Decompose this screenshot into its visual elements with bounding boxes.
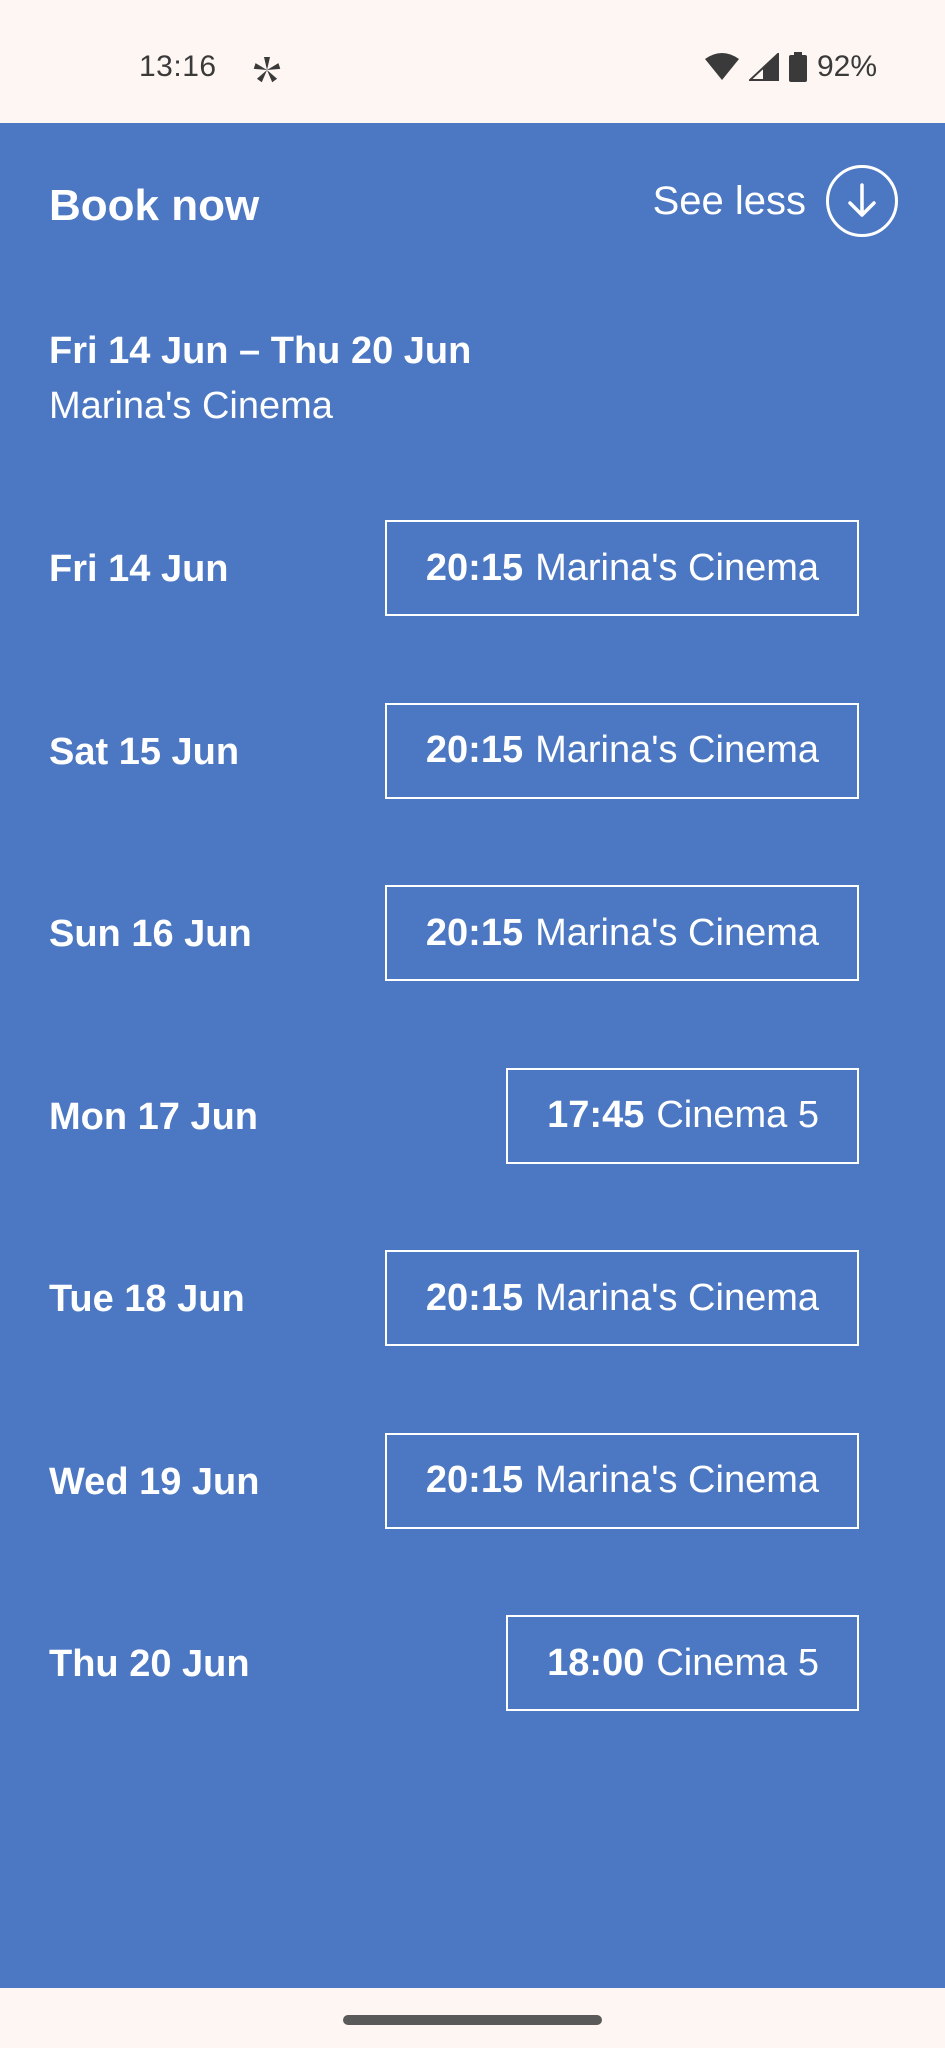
showing-row: Mon 17 Jun 17:45 Cinema 5	[0, 1067, 945, 1251]
showing-day: Thu 20 Jun	[49, 1643, 250, 1685]
showing-day: Fri 14 Jun	[49, 548, 229, 590]
showing-day: Tue 18 Jun	[49, 1278, 245, 1320]
showing-location: Marina's Cinema	[535, 911, 819, 954]
navigation-bar	[0, 1988, 945, 2048]
showings-list: Fri 14 Jun 20:15 Marina's Cinema Sat 15 …	[0, 520, 945, 1798]
showing-location: Cinema 5	[656, 1094, 819, 1136]
status-indicators: 92%	[704, 50, 877, 84]
showing-time-button[interactable]: 20:15 Marina's Cinema	[384, 702, 859, 799]
cell-signal-icon	[748, 53, 779, 81]
showing-time: 17:45	[547, 1094, 645, 1136]
showing-day: Wed 19 Jun	[49, 1460, 260, 1503]
status-time: 13:16	[139, 50, 217, 83]
showing-day: Mon 17 Jun	[49, 1095, 259, 1138]
showing-row: Thu 20 Jun 18:00 Cinema 5	[0, 1615, 945, 1798]
showing-day: Sun 16 Jun	[49, 913, 252, 955]
showing-row: Sat 15 Jun 20:15 Marina's Cinema	[0, 702, 945, 886]
date-range: Fri 14 Jun – Thu 20 Jun	[49, 330, 472, 372]
pinwheel-icon	[252, 55, 282, 85]
battery-icon	[788, 52, 807, 82]
see-less-button[interactable]: See less	[653, 165, 898, 237]
showing-row: Tue 18 Jun 20:15 Marina's Cinema	[0, 1250, 945, 1433]
showing-time: 20:15	[425, 1459, 524, 1501]
showing-time-button[interactable]: 20:15 Marina's Cinema	[384, 520, 859, 616]
showing-row: Fri 14 Jun 20:15 Marina's Cinema	[0, 520, 945, 703]
showing-time-button[interactable]: 20:15 Marina's Cinema	[384, 1432, 859, 1529]
booking-panel: Book now See less Fri 14 Jun – Thu 20 Ju…	[0, 123, 945, 1988]
status-bar: 13:16 92%	[0, 0, 945, 123]
arrow-down-circle-icon	[826, 165, 898, 237]
showing-location: Marina's Cinema	[535, 1459, 819, 1501]
showing-time-button[interactable]: 20:15 Marina's Cinema	[384, 885, 859, 981]
venue-name: Marina's Cinema	[49, 385, 333, 427]
battery-percent: 92%	[816, 50, 877, 83]
showing-time: 20:15	[425, 546, 524, 589]
showing-location: Cinema 5	[656, 1641, 819, 1684]
gesture-handle[interactable]	[343, 2015, 602, 2025]
showing-day: Sat 15 Jun	[49, 730, 240, 773]
showing-location: Marina's Cinema	[535, 1276, 819, 1319]
showing-time: 18:00	[547, 1641, 645, 1684]
showing-time: 20:15	[425, 729, 524, 771]
showing-time: 20:15	[425, 1276, 524, 1319]
showing-time: 20:15	[425, 911, 524, 954]
see-less-label: See less	[652, 178, 806, 223]
wifi-icon	[704, 53, 739, 81]
showing-location: Marina's Cinema	[535, 729, 819, 771]
showing-time-button[interactable]: 18:00 Cinema 5	[506, 1615, 859, 1711]
showing-row: Wed 19 Jun 20:15 Marina's Cinema	[0, 1432, 945, 1616]
showing-row: Sun 16 Jun 20:15 Marina's Cinema	[0, 885, 945, 1068]
panel-title: Book now	[49, 181, 260, 230]
showing-location: Marina's Cinema	[535, 546, 819, 589]
showing-time-button[interactable]: 17:45 Cinema 5	[506, 1067, 859, 1164]
showing-time-button[interactable]: 20:15 Marina's Cinema	[384, 1250, 859, 1346]
